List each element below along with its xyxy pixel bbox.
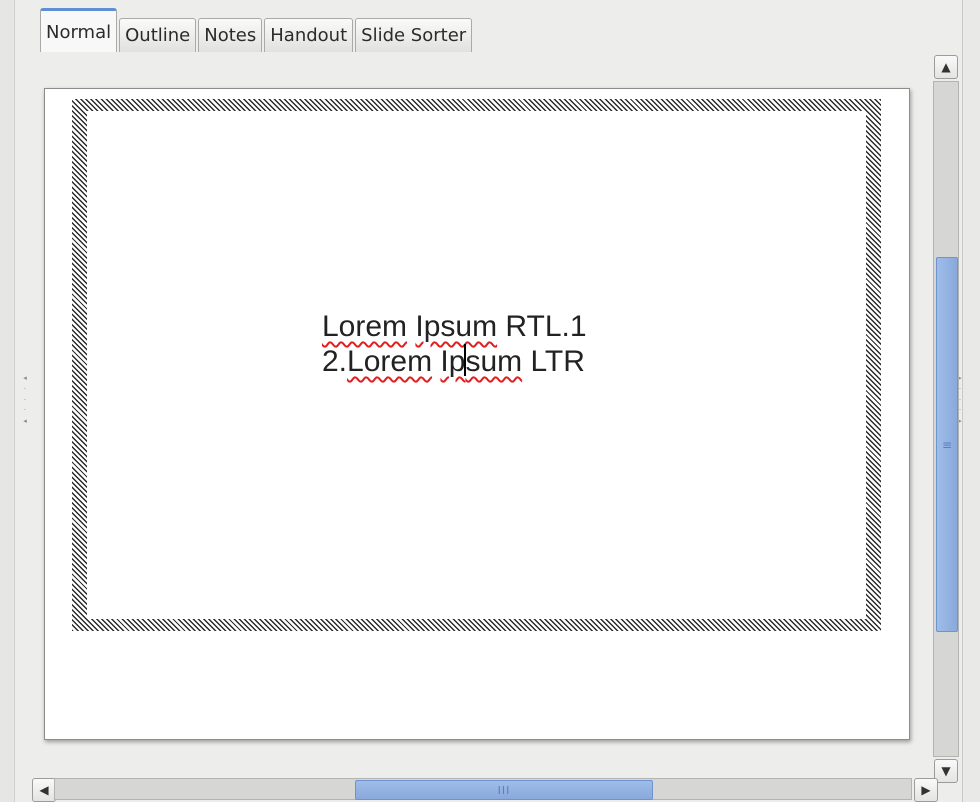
text-run: LTR xyxy=(522,345,585,378)
misspelled-word-part: Ip xyxy=(440,345,466,378)
grip-dot-icon: ◂ xyxy=(23,374,27,382)
text-line-1: Lorem Ipsum RTL.1 xyxy=(322,309,652,344)
tab-slide-sorter[interactable]: Slide Sorter xyxy=(355,18,473,52)
horizontal-scroll-track[interactable]: III xyxy=(54,778,912,800)
scroll-right-button[interactable]: ▶ xyxy=(914,778,938,802)
grip-dot-icon: ◂ xyxy=(23,417,27,425)
misspelled-word: Ipsum xyxy=(415,310,498,343)
misspelled-word: Lorem xyxy=(322,310,408,343)
grip-dot-icon: · xyxy=(23,384,27,393)
grip-dot-icon: · xyxy=(958,395,962,404)
chevron-right-icon: ▶ xyxy=(921,783,931,797)
misspelled-word-part: sum xyxy=(465,345,523,378)
vertical-scroll-track[interactable]: ≡ xyxy=(933,81,959,757)
vertical-scroll-thumb[interactable]: ≡ xyxy=(936,257,958,632)
scroll-up-button[interactable]: ▲ xyxy=(934,55,958,79)
grip-dot-icon: · xyxy=(23,406,27,415)
right-panel-edge xyxy=(962,0,980,802)
chevron-left-icon: ◀ xyxy=(39,783,49,797)
tab-normal[interactable]: Normal xyxy=(40,8,118,52)
left-panel-resize-handle[interactable]: ◂ · · · ◂ xyxy=(22,375,28,425)
left-panel-edge xyxy=(0,0,15,802)
tab-outline[interactable]: Outline xyxy=(119,18,197,52)
view-tabs: Normal Outline Notes Handout Slide Sorte… xyxy=(40,6,474,52)
chevron-down-icon: ▼ xyxy=(941,764,951,778)
grip-dot-icon: · xyxy=(958,406,962,415)
slide-canvas[interactable]: Lorem Ipsum RTL.1 2.Lorem Ipsum LTR xyxy=(44,88,910,740)
chevron-up-icon: ▲ xyxy=(941,60,951,74)
tab-notes[interactable]: Notes xyxy=(198,18,263,52)
list-number: 2. xyxy=(322,345,348,378)
horizontal-scroll-thumb[interactable]: III xyxy=(355,780,653,800)
scroll-left-button[interactable]: ◀ xyxy=(32,778,56,802)
vertical-scrollbar[interactable]: ▲ ≡ ▼ xyxy=(933,55,959,785)
grip-dot-icon: · xyxy=(958,384,962,393)
misspelled-word: Lorem xyxy=(347,345,433,378)
horizontal-scrollbar[interactable]: ◀ III ▶ xyxy=(32,778,938,802)
grip-icon: III xyxy=(497,783,511,797)
slide-text-box[interactable]: Lorem Ipsum RTL.1 2.Lorem Ipsum LTR xyxy=(322,309,652,379)
grip-icon: ≡ xyxy=(941,437,953,452)
grip-dot-icon: · xyxy=(23,395,27,404)
text-run: RTL.1 xyxy=(497,310,587,343)
text-line-2: 2.Lorem Ipsum LTR xyxy=(322,344,652,379)
tab-handout[interactable]: Handout xyxy=(264,18,354,52)
